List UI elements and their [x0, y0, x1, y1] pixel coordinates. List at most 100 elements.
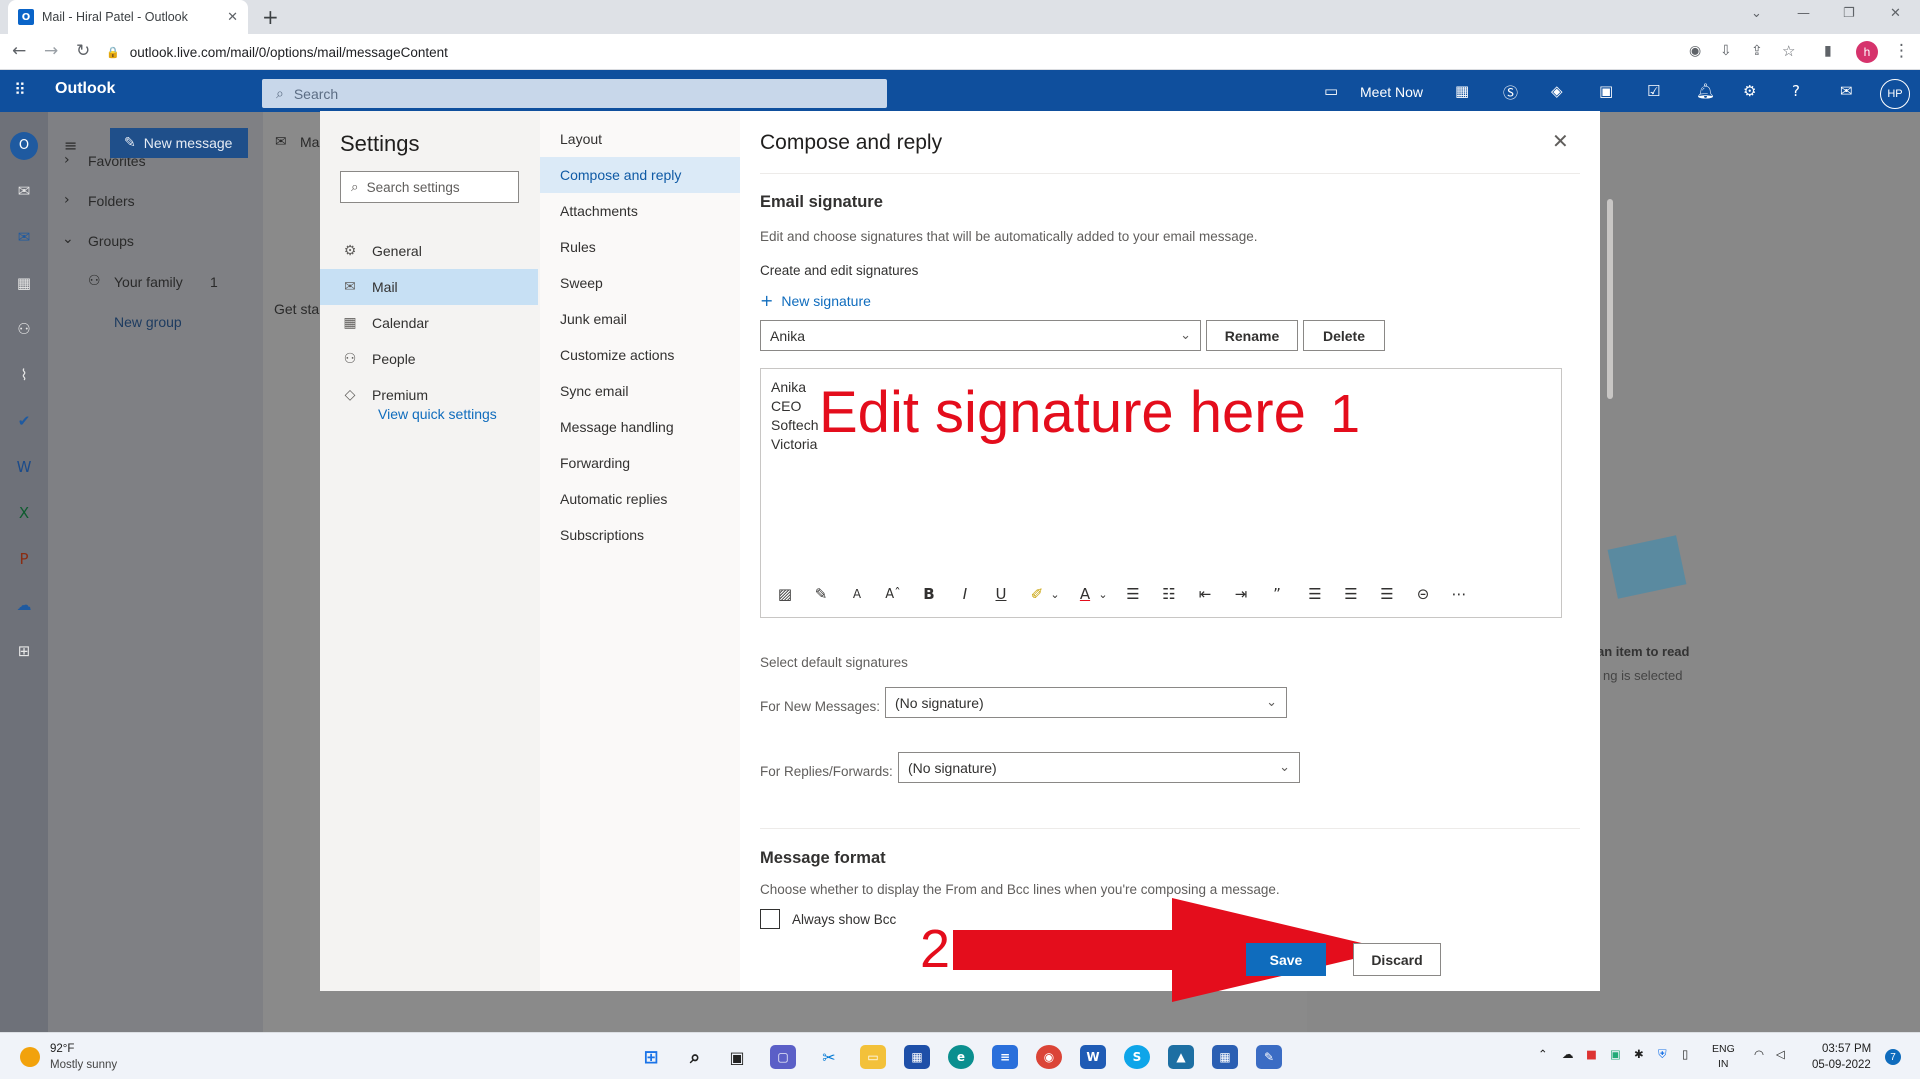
attach-rail-icon[interactable]: ⌇	[14, 366, 34, 384]
subnav-automatic-replies[interactable]: Automatic replies	[540, 481, 740, 517]
outlook-search-input[interactable]: ⌕ Search	[262, 79, 887, 108]
paint-icon[interactable]: ✎	[1256, 1045, 1282, 1069]
groups-folder[interactable]: Groups	[88, 233, 134, 249]
outlook-app-name[interactable]: Outlook	[55, 80, 115, 98]
start-icon[interactable]: ⊞	[638, 1045, 664, 1069]
for-replies-select[interactable]: (No signature) ⌄	[898, 752, 1300, 783]
minimize-icon[interactable]: —	[1797, 6, 1810, 21]
profile-avatar[interactable]: h	[1856, 41, 1878, 63]
signature-select[interactable]: Anika ⌄	[760, 320, 1201, 351]
skype-icon[interactable]: Ⓢ	[1503, 82, 1518, 103]
subnav-sync-email[interactable]: Sync email	[540, 373, 740, 409]
feedback-icon[interactable]: ✉	[1840, 82, 1853, 100]
new-signature-button[interactable]: + New signature	[760, 291, 871, 310]
subnav-sweep[interactable]: Sweep	[540, 265, 740, 301]
subnav-layout[interactable]: Layout	[540, 121, 740, 157]
your-family-group[interactable]: Your family	[114, 274, 183, 290]
bullets-icon[interactable]: ☰	[1119, 581, 1147, 607]
snipping-tool-icon[interactable]: ✂	[816, 1045, 842, 1069]
tray-onedrive-icon[interactable]: ☁	[1562, 1047, 1574, 1061]
tab-search-icon[interactable]: ⌄	[1751, 6, 1762, 21]
settings-scrollbar[interactable]	[1605, 179, 1615, 949]
people-rail-icon[interactable]: ⚇	[14, 320, 34, 338]
url-field[interactable]: 🔒 outlook.live.com/mail/0/options/mail/m…	[106, 39, 1696, 65]
word-taskbar-icon[interactable]: W	[1080, 1045, 1106, 1069]
subnav-forwarding[interactable]: Forwarding	[540, 445, 740, 481]
premium-diamond-icon[interactable]: ◈	[1551, 82, 1563, 100]
chevron-right-icon[interactable]: ›	[64, 152, 70, 168]
app-launcher-icon[interactable]: ⠿	[14, 80, 26, 99]
new-message-button[interactable]: ✎ New message	[110, 128, 248, 158]
back-icon[interactable]: ←	[12, 41, 26, 61]
view-quick-settings-link[interactable]: View quick settings	[378, 406, 497, 422]
excel-rail-icon[interactable]: X	[14, 504, 34, 522]
teams-icon[interactable]: ▣	[1599, 82, 1613, 100]
chevron-down-icon[interactable]: ⌄	[1089, 581, 1117, 607]
bookmark-star-icon[interactable]: ☆	[1782, 42, 1795, 60]
underline-icon[interactable]: U	[987, 581, 1015, 607]
signature-editor[interactable]: Anika CEO Softech Victoria Edit signatur…	[760, 368, 1562, 618]
tray-network-app-icon[interactable]: ▣	[1610, 1047, 1621, 1061]
video-icon[interactable]: ▭	[1324, 82, 1338, 100]
forward-icon[interactable]: →	[44, 41, 58, 61]
folders-folder[interactable]: Folders	[88, 193, 135, 209]
reload-icon[interactable]: ↻	[76, 41, 90, 61]
gear-icon[interactable]: ⚙	[1743, 82, 1756, 100]
word-rail-icon[interactable]: W	[14, 458, 34, 476]
tray-security-icon[interactable]: ⛨	[1658, 1047, 1667, 1062]
always-show-bcc-checkbox[interactable]	[760, 909, 780, 929]
subnav-attachments[interactable]: Attachments	[540, 193, 740, 229]
notification-badge[interactable]: 7	[1885, 1049, 1901, 1065]
edge-icon[interactable]: e	[948, 1045, 974, 1069]
teams-chat-icon[interactable]: ▢	[770, 1045, 796, 1069]
weather-sun-icon[interactable]	[20, 1047, 40, 1067]
powerpoint-rail-icon[interactable]: P	[14, 550, 34, 568]
new-group-link[interactable]: New group	[114, 314, 182, 330]
insert-image-icon[interactable]: ▨	[771, 581, 799, 607]
settings-nav-calendar[interactable]: ▦ Calendar	[320, 305, 538, 341]
more-menu-icon[interactable]: ⋮	[1893, 41, 1910, 61]
settings-nav-people[interactable]: ⚇ People	[320, 341, 538, 377]
align-center-icon[interactable]: ☰	[1337, 581, 1365, 607]
install-icon[interactable]: ⇩	[1720, 43, 1732, 59]
chevron-down-icon[interactable]: ⌄	[1041, 581, 1069, 607]
eye-icon[interactable]: ◉	[1689, 43, 1701, 59]
share-icon[interactable]: ⇪	[1751, 43, 1763, 59]
outlook-rail-icon[interactable]: O	[10, 132, 38, 160]
rename-button[interactable]: Rename	[1206, 320, 1298, 351]
todo-icon[interactable]: ☑	[1647, 82, 1660, 100]
settings-nav-mail[interactable]: ✉ Mail	[320, 269, 538, 305]
subnav-customize-actions[interactable]: Customize actions	[540, 337, 740, 373]
clock-time[interactable]: 03:57 PM	[1822, 1043, 1871, 1055]
browser-tab[interactable]: O Mail - Hiral Patel - Outlook ✕	[8, 0, 248, 34]
delete-button[interactable]: Delete	[1303, 320, 1385, 351]
todo-rail-icon[interactable]: ✔	[14, 412, 34, 430]
mail-tab-label[interactable]: Ma	[300, 134, 319, 150]
increase-indent-icon[interactable]: ⇥	[1227, 581, 1255, 607]
onedrive-rail-icon[interactable]: ☁	[14, 596, 34, 614]
search-settings-input[interactable]: ⌕ Search settings	[340, 171, 519, 203]
task-view-icon[interactable]: ▣	[724, 1045, 750, 1069]
tray-chevron-up-icon[interactable]: ⌃	[1538, 1047, 1548, 1061]
chevron-right-icon[interactable]: ›	[64, 192, 70, 208]
language-in[interactable]: IN	[1718, 1058, 1729, 1070]
discard-button[interactable]: Discard	[1353, 943, 1441, 976]
mail-rail-icon[interactable]: ✉	[14, 182, 34, 200]
store-icon[interactable]: ▦	[904, 1045, 930, 1069]
subnav-message-handling[interactable]: Message handling	[540, 409, 740, 445]
apps-rail-icon[interactable]: ⊞	[14, 642, 34, 660]
file-explorer-icon[interactable]: ▭	[860, 1045, 886, 1069]
tray-battery-icon[interactable]: ▯	[1682, 1047, 1688, 1061]
align-left-icon[interactable]: ☰	[1301, 581, 1329, 607]
bold-icon[interactable]: B	[915, 581, 943, 607]
align-right-icon[interactable]: ☰	[1373, 581, 1401, 607]
skype-taskbar-icon[interactable]: S	[1124, 1045, 1150, 1069]
scrollbar-thumb[interactable]	[1607, 199, 1613, 399]
notepad-icon[interactable]: ≡	[992, 1045, 1018, 1069]
office-icon[interactable]: ▦	[1455, 82, 1469, 100]
wifi-icon[interactable]: ◠	[1754, 1047, 1764, 1061]
calendar-rail-icon[interactable]: ▦	[14, 274, 34, 292]
font-size-decrease-icon[interactable]: A	[843, 581, 871, 607]
mail-selected-rail-icon[interactable]: ✉	[14, 228, 34, 246]
envelope-tab-icon[interactable]: ✉	[275, 134, 287, 150]
